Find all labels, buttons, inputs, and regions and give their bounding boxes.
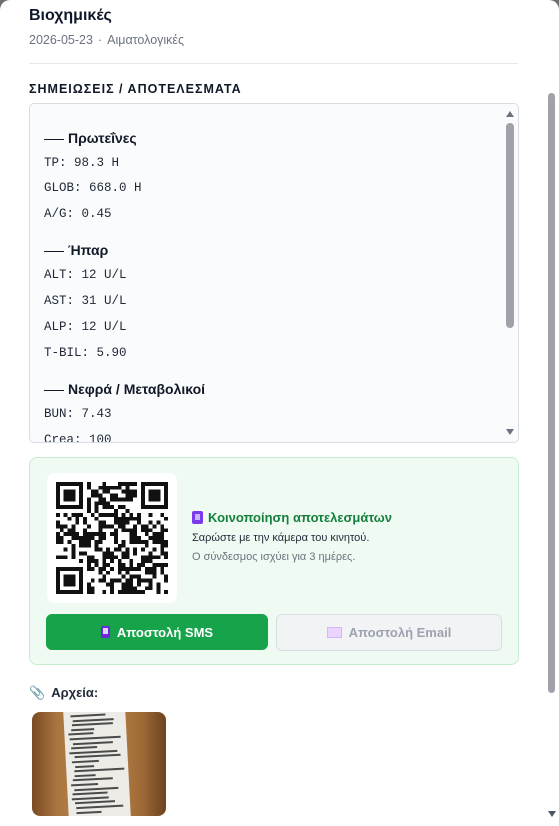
page-scroll-thumb[interactable] xyxy=(548,93,555,693)
scroll-down-icon[interactable] xyxy=(548,811,556,817)
result-line: A/G: 0.45 xyxy=(44,207,112,221)
receipt-line xyxy=(74,754,121,759)
page-title: Βιοχημικές xyxy=(29,7,112,24)
send-email-button[interactable]: Αποστολή Email xyxy=(276,614,502,651)
paperclip-icon: 📎 xyxy=(29,685,46,700)
receipt-line xyxy=(76,810,102,814)
qr-code xyxy=(47,473,177,603)
receipt-line xyxy=(71,727,95,732)
qr-code-icon xyxy=(56,482,168,594)
receipt-line xyxy=(72,740,113,745)
receipt-line xyxy=(69,749,118,755)
result-line: TP: 98.3 H xyxy=(44,156,120,170)
group-title-kidney: Νεφρά / Μεταβολικοί xyxy=(44,381,205,397)
attachment-thumbnail[interactable] xyxy=(32,712,166,816)
result-date: 2026-05-23 xyxy=(29,33,93,47)
receipt-line xyxy=(76,804,124,810)
receipt-line xyxy=(71,759,99,764)
result-line: AST: 31 U/L xyxy=(44,294,127,308)
share-card: Κοινοποίηση αποτελεσμάτων Σαρώστε με την… xyxy=(29,457,519,665)
files-label: 📎 Αρχεία: xyxy=(29,685,99,700)
result-line: ALT: 12 U/L xyxy=(44,268,127,282)
receipt-line xyxy=(74,773,96,777)
receipt-line xyxy=(71,796,109,801)
result-line: ALP: 12 U/L xyxy=(44,320,127,334)
receipt-line xyxy=(72,717,114,722)
share-instructions: Σαρώστε με την κάμερα του κινητού. xyxy=(192,532,370,544)
mobile-phone-icon xyxy=(100,626,110,638)
receipt-line xyxy=(68,732,94,736)
receipt-line xyxy=(71,746,98,750)
scroll-down-icon[interactable] xyxy=(506,429,514,435)
header-divider xyxy=(29,63,518,64)
result-line: BUN: 7.43 xyxy=(44,407,112,421)
scroll-up-icon[interactable] xyxy=(506,111,514,117)
receipt-line xyxy=(72,791,108,796)
group-title-liver: Ήπαρ xyxy=(44,242,108,258)
meta-separator: · xyxy=(97,33,103,47)
notes-scroll-thumb[interactable] xyxy=(506,123,514,328)
notes-textarea[interactable]: Πρωτεΐνες TP: 98.3 H GLOB: 668.0 H A/G: … xyxy=(29,103,519,443)
receipt-line xyxy=(74,800,116,805)
send-sms-button[interactable]: Αποστολή SMS xyxy=(46,614,268,650)
receipt-line xyxy=(72,777,113,782)
result-category: Αιματολογικές xyxy=(107,33,185,47)
result-line: GLOB: 668.0 H xyxy=(44,181,142,195)
receipt-image xyxy=(63,712,131,816)
receipt-line xyxy=(74,767,125,773)
result-modal: Βιοχημικές 2026-05-23 · Αιματολογικές ΣΗΜΕ… xyxy=(0,0,559,826)
receipt-line xyxy=(69,735,121,741)
notes-label: ΣΗΜΕΙΩΣΕΙΣ / ΑΠΟΤΕΛΕΣΜΑΤΑ xyxy=(29,82,242,96)
notes-scrollbar[interactable] xyxy=(505,108,515,438)
receipt-line xyxy=(74,786,119,791)
share-title: Κοινοποίηση αποτελεσμάτων xyxy=(192,510,392,525)
envelope-icon xyxy=(326,627,342,638)
result-line: Crea: 100 xyxy=(44,433,112,443)
result-meta: 2026-05-23 · Αιματολογικές xyxy=(29,33,184,47)
mobile-phone-icon xyxy=(192,511,203,524)
receipt-line xyxy=(75,764,95,768)
share-expiry: Ο σύνδεσμος ισχύει για 3 ημέρες. xyxy=(192,551,356,563)
receipt-line xyxy=(70,713,106,718)
page-scrollbar[interactable] xyxy=(547,0,557,826)
result-line: T-BIL: 5.90 xyxy=(44,346,127,360)
receipt-line xyxy=(71,722,113,727)
receipt-line xyxy=(71,782,99,787)
group-title-proteins: Πρωτεΐνες xyxy=(44,130,137,146)
